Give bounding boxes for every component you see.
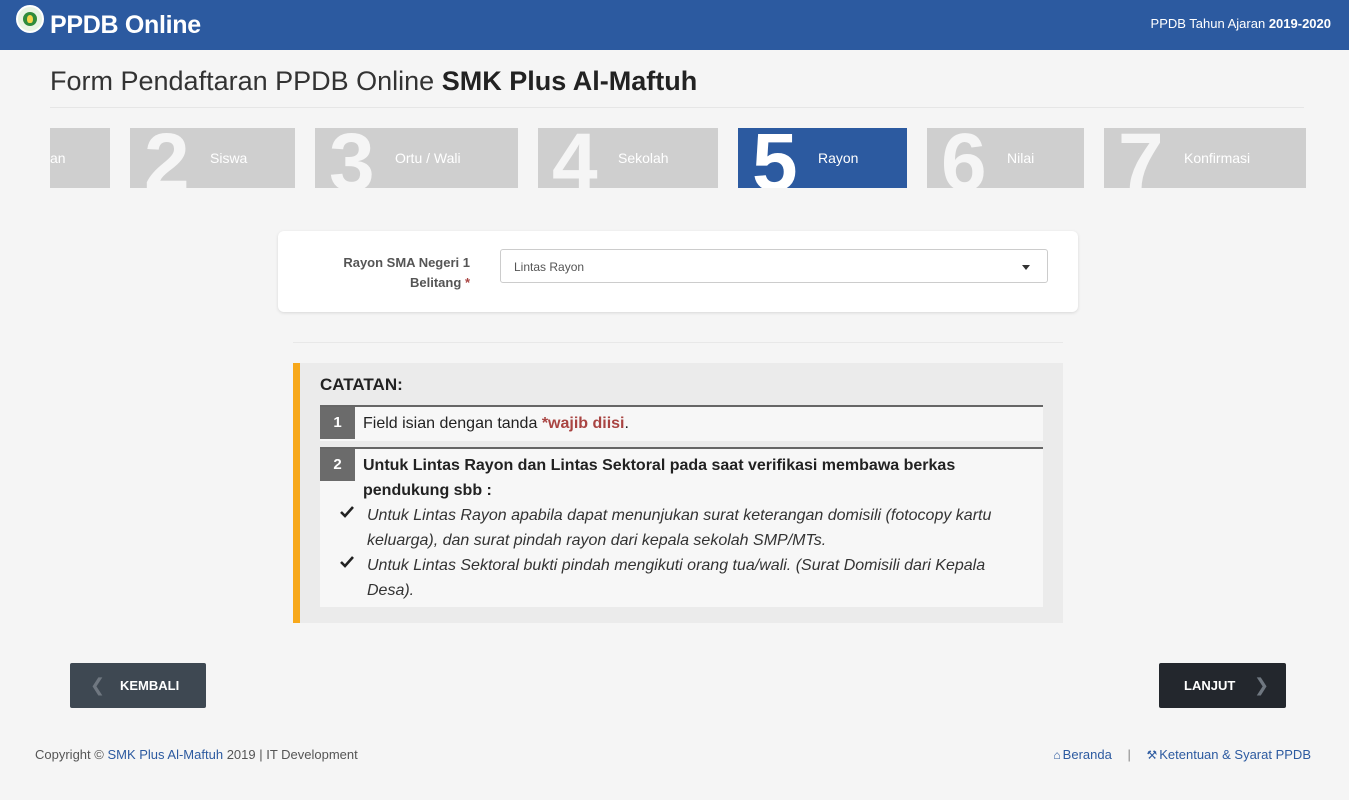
step-2-label: Siswa — [210, 150, 248, 166]
catatan-item-1-text: Field isian dengan tanda *wajib diisi. — [363, 411, 629, 436]
rayon-field-label: Rayon SMA Negeri 1 Belitang * — [318, 253, 470, 293]
ketentuan-label: Ketentuan & Syarat PPDB — [1159, 747, 1311, 762]
wajib-diisi-highlight: *wajib diisi — [541, 415, 625, 432]
step-7-label: Konfirmasi — [1184, 150, 1251, 166]
lanjut-button[interactable]: LANJUT ❯ — [1159, 663, 1286, 708]
catatan-panel: CATATAN: 1 Field isian dengan tanda *waj… — [293, 363, 1063, 623]
rayon-select-value: Lintas Rayon — [514, 260, 585, 274]
catatan-subitem-2: Untuk Lintas Sektoral bukti pindah mengi… — [367, 557, 986, 599]
step-4-sekolah[interactable]: 4 Sekolah — [538, 128, 718, 188]
page-title-prefix: Form Pendaftaran PPDB Online — [50, 66, 435, 96]
home-icon: ⌂ — [1053, 748, 1061, 762]
page-title-school: SMK Plus Al-Maftuh — [441, 66, 698, 96]
step-2-number: 2 — [144, 128, 190, 188]
gavel-icon: ⚒ — [1146, 748, 1158, 762]
beranda-label: Beranda — [1062, 747, 1112, 762]
catatan-item-2-number: 2 — [320, 449, 355, 481]
beranda-link[interactable]: ⌂ Beranda — [1053, 747, 1111, 762]
catatan-title: CATATAN: — [320, 375, 403, 394]
step-5-label: Rayon — [818, 150, 859, 166]
required-mark: * — [464, 275, 470, 290]
rayon-select[interactable]: Lintas Rayon — [500, 249, 1048, 283]
step-3-label: Ortu / Wali — [395, 150, 461, 166]
step-1[interactable]: an — [50, 128, 110, 188]
lanjut-label: LANJUT — [1184, 678, 1236, 693]
footer-copyright: Copyright © SMK Plus Al-Maftuh 2019 | IT… — [35, 747, 358, 762]
catatan-item-2: 2 Untuk Lintas Rayon dan Lintas Sektoral… — [320, 447, 1043, 607]
brand-title[interactable]: PPDB Online — [50, 11, 201, 40]
kembali-button[interactable]: ❮ KEMBALI — [70, 663, 206, 708]
caret-down-icon — [1022, 265, 1030, 270]
catatan-item-1-end: . — [624, 415, 629, 432]
step-4-number: 4 — [552, 128, 598, 188]
step-5-number: 5 — [752, 128, 798, 188]
catatan-subitem-1: Untuk Lintas Rayon apabila dapat menunju… — [367, 507, 992, 549]
step-6-number: 6 — [941, 128, 987, 188]
step-3-number: 3 — [329, 128, 375, 188]
step-7-number: 7 — [1118, 128, 1164, 188]
footer-links: ⌂ Beranda | ⚒ Ketentuan & Syarat PPDB — [1053, 747, 1311, 762]
step-6-nilai[interactable]: 6 Nilai — [927, 128, 1084, 188]
step-4-label: Sekolah — [618, 150, 669, 166]
catatan-item-2-text: Untuk Lintas Rayon dan Lintas Sektoral p… — [363, 457, 956, 499]
rayon-form-card: Rayon SMA Negeri 1 Belitang * Lintas Ray… — [278, 231, 1078, 312]
catatan-item-1: 1 Field isian dengan tanda *wajib diisi. — [320, 405, 1043, 441]
check-icon — [340, 556, 354, 568]
title-divider — [50, 107, 1304, 108]
step-2-siswa[interactable]: 2 Siswa — [130, 128, 295, 188]
step-3-ortu-wali[interactable]: 3 Ortu / Wali — [315, 128, 518, 188]
academic-year-label: PPDB Tahun Ajaran — [1150, 16, 1266, 31]
copyright-suffix: 2019 | IT Development — [226, 747, 358, 762]
section-divider — [293, 342, 1063, 343]
step-6-label: Nilai — [1007, 150, 1035, 166]
catatan-item-1-body: Field isian dengan tanda — [363, 415, 538, 432]
step-1-label: an — [50, 150, 66, 166]
catatan-item-1-number: 1 — [320, 407, 355, 439]
top-navbar: PPDB Online PPDB Tahun Ajaran 2019-2020 — [0, 0, 1349, 50]
school-logo-icon[interactable] — [16, 5, 44, 33]
academic-year-value: 2019-2020 — [1268, 16, 1331, 31]
page-title: Form Pendaftaran PPDB Online SMK Plus Al… — [50, 66, 697, 97]
footer-school-link[interactable]: SMK Plus Al-Maftuh — [107, 747, 223, 762]
kembali-label: KEMBALI — [120, 678, 180, 693]
step-5-rayon[interactable]: 5 Rayon — [738, 128, 907, 188]
rayon-label-text: Rayon SMA Negeri 1 Belitang — [343, 255, 470, 290]
check-icon — [340, 506, 354, 518]
ketentuan-link[interactable]: ⚒ Ketentuan & Syarat PPDB — [1146, 747, 1311, 762]
step-7-konfirmasi[interactable]: 7 Konfirmasi — [1104, 128, 1306, 188]
copyright-prefix: Copyright © — [35, 747, 104, 762]
academic-year: PPDB Tahun Ajaran 2019-2020 — [1151, 16, 1331, 31]
chevron-right-icon: ❯ — [1254, 675, 1270, 695]
footer-separator: | — [1127, 747, 1131, 762]
chevron-left-icon: ❮ — [90, 675, 106, 695]
